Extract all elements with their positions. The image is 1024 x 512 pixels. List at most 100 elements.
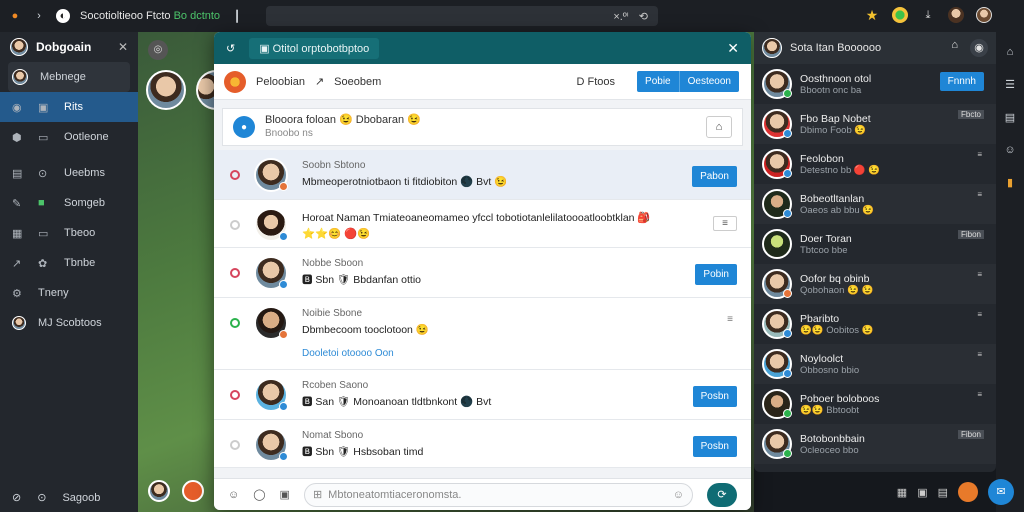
profile-icon[interactable] bbox=[948, 7, 964, 23]
feed-row-2[interactable]: Nobbe Sboon 🅱 Sbn 🛡 Bbdanfan ottio Pobin bbox=[214, 248, 751, 298]
emoji-icon[interactable]: ☺ bbox=[1004, 144, 1015, 156]
camera-icon[interactable]: ▣ bbox=[280, 488, 290, 501]
chat-button-icon[interactable]: ✉ bbox=[988, 479, 1014, 505]
sidebar-item-4[interactable]: ✎ ■ Somgeb bbox=[0, 188, 138, 218]
info-icon: ● bbox=[233, 116, 255, 138]
left-sidebar: Dobgoain ✕ Mebnege ◉ ▣ Rits ⬢ ▭ Ootleone ▤… bbox=[0, 32, 138, 512]
row-action-button[interactable]: Pabon bbox=[692, 166, 737, 187]
button-group: Pobie Oesteoon bbox=[637, 71, 739, 92]
star-icon[interactable]: ★ bbox=[864, 7, 880, 23]
contact-action-button[interactable]: Fnnnh bbox=[939, 72, 984, 91]
contact-row[interactable]: Feolobon Detestno bb 🔴 😉 ≡ bbox=[754, 144, 996, 184]
toolbar-right-icons: ★ ⤓ bbox=[864, 7, 992, 23]
row-action-button[interactable]: Posbn bbox=[692, 386, 737, 407]
message-input[interactable]: ⊞ Mbtoneatomtiaceronomsta. ☺ bbox=[303, 482, 693, 507]
grid-icon[interactable]: ▦ bbox=[897, 486, 907, 499]
smiley-icon[interactable]: ☺ bbox=[673, 489, 684, 501]
contact-name: Oosthnoon otol bbox=[800, 72, 872, 85]
contact-row[interactable]: Oofor bq obinb Qobohaon 😉 😉 ≡ bbox=[754, 264, 996, 304]
avatar bbox=[254, 256, 288, 290]
doc-icon[interactable]: ▤ bbox=[938, 486, 948, 499]
contact-row[interactable]: Pbaribto 😉😉 Oobitos 😉 ≡ bbox=[754, 304, 996, 344]
firefox-icon[interactable]: ● bbox=[8, 9, 22, 23]
row-sub-note: Dooletoi otoooo Oon bbox=[302, 348, 394, 359]
chat-icon[interactable]: ◯ bbox=[253, 488, 265, 501]
feed-row-4[interactable]: Rcoben Saono 🅱 San 🛡 Monoanoan tldtbnkon… bbox=[214, 370, 751, 420]
avatar bbox=[762, 309, 792, 339]
brand-logo-icon bbox=[224, 70, 246, 93]
avatar bbox=[762, 269, 792, 299]
primary-button-a[interactable]: Pobie bbox=[637, 71, 680, 92]
list-icon[interactable]: ☰ bbox=[1005, 78, 1015, 91]
bg-bottom-icon[interactable] bbox=[182, 480, 204, 502]
avatar bbox=[254, 208, 288, 242]
share-icon[interactable]: ↗ bbox=[315, 75, 324, 88]
composer-title: Blooora foloan 😉 Dbobaran 😉 bbox=[265, 114, 421, 126]
sidebar-item-1[interactable]: ◉ ▣ Rits bbox=[0, 92, 138, 122]
row-menu-button[interactable]: ≡ bbox=[723, 314, 737, 325]
contact-sub: Oaeos ab bbu 😉 bbox=[800, 204, 875, 216]
notes-icon[interactable]: ▤ bbox=[1005, 111, 1015, 124]
avatar bbox=[254, 428, 288, 462]
sidebar-item-7[interactable]: ⚙ Tneny bbox=[0, 278, 138, 308]
contact-row[interactable]: Botobonbbain Ocleoceo bbo Fibon bbox=[754, 424, 996, 464]
feed-row-1[interactable]: Horoat Naman Tmiateoaneomameo yfccl tobo… bbox=[214, 200, 751, 248]
emoji-icon[interactable]: ☺ bbox=[228, 489, 239, 501]
sidebar-item-6[interactable]: ↗ ✿ Tbnbe bbox=[0, 248, 138, 278]
address-bar[interactable]: ×.ºⁱ ⟲ bbox=[266, 6, 658, 26]
contact-row[interactable]: Noyloolct Obbosno bbio ≡ bbox=[754, 344, 996, 384]
contact-tag: ≡ bbox=[977, 390, 982, 399]
scroll-marker-icon[interactable]: ▮ bbox=[1007, 176, 1013, 189]
sidebar-item-2[interactable]: ⬢ ▭ Ootleone bbox=[0, 122, 138, 152]
message-input-placeholder: Mbtoneatomtiaceronomsta. bbox=[328, 488, 462, 501]
row-message: Dbmbecoom tooclotoon 😉 bbox=[302, 324, 429, 336]
contact-row[interactable]: Oosthnoon otol Bbootn onc ba Fnnnh bbox=[754, 64, 996, 104]
sub-title: Peloobian bbox=[256, 75, 305, 88]
orange-app-icon[interactable] bbox=[958, 482, 978, 502]
primary-button-b[interactable]: Oesteoon bbox=[679, 71, 739, 92]
download-icon[interactable]: ⤓ bbox=[920, 7, 936, 23]
avatar bbox=[254, 378, 288, 412]
row-action-button[interactable]: Pobin bbox=[695, 264, 737, 285]
address-icon-a[interactable]: ×.ºⁱ bbox=[613, 10, 628, 23]
home-icon[interactable]: ⌂ bbox=[1007, 46, 1014, 58]
composer-card[interactable]: ● Blooora foloan 😉 Dbobaran 😉 Bnoobo ns … bbox=[222, 108, 743, 146]
contact-row[interactable]: Doer Toran Tbtcoo bbe Fibon bbox=[754, 224, 996, 264]
image-icon[interactable]: ▣ bbox=[917, 486, 927, 499]
forward-icon[interactable]: › bbox=[32, 9, 46, 23]
row-menu-button[interactable]: ≡ bbox=[713, 216, 737, 231]
send-button[interactable]: ⟳ bbox=[707, 482, 737, 507]
contact-row[interactable]: Poboer boloboos 😉😉 Bbtoobt ≡ bbox=[754, 384, 996, 424]
sidebar-footer-label[interactable]: Sagoob bbox=[62, 492, 100, 504]
close-icon[interactable]: ✕ bbox=[118, 40, 128, 54]
tab-title[interactable]: Socotioltieoo Ftcto Bo dctnto bbox=[80, 10, 220, 22]
contact-sub: Tbtcoo bbe bbox=[800, 244, 848, 256]
home-icon[interactable]: ⌂ bbox=[951, 39, 958, 57]
close-icon[interactable]: ✕ bbox=[727, 40, 739, 57]
status-dot-icon bbox=[230, 268, 240, 278]
sub-link[interactable]: Soeobem bbox=[334, 76, 381, 88]
settings-icon[interactable]: ⊙ bbox=[37, 491, 46, 504]
sidebar-item-0[interactable]: Mebnege bbox=[8, 62, 130, 92]
bg-back-icon[interactable]: ◎ bbox=[148, 40, 168, 60]
feed-row-0[interactable]: Soobn Sbtono Mbmeoperotniotbaon ti fitdi… bbox=[214, 150, 751, 200]
sidebar-item-8[interactable]: MJ Scobtoos bbox=[0, 308, 138, 338]
row-name: Nobbe Sboon bbox=[302, 258, 364, 269]
row-action-button[interactable]: Posbn bbox=[692, 436, 737, 457]
reload-icon[interactable]: ⟲ bbox=[639, 10, 648, 23]
extension-icon[interactable] bbox=[892, 7, 908, 23]
account-avatar-icon[interactable] bbox=[976, 7, 992, 23]
sidebar-item-label: Somgeb bbox=[64, 197, 105, 209]
avatar bbox=[762, 229, 792, 259]
contact-row[interactable]: Fbo Bap Nobet Dbimo Foob 😉 Fbcto bbox=[754, 104, 996, 144]
logout-icon[interactable]: ⊘ bbox=[12, 491, 21, 504]
settings-icon[interactable]: ◉ bbox=[970, 39, 988, 57]
sidebar-item-5[interactable]: ▦ ▭ Tbeoo bbox=[0, 218, 138, 248]
back-icon[interactable]: ↺ bbox=[226, 42, 235, 55]
feed-row-3[interactable]: Noibie Sbone Dbmbecoom tooclotoon 😉 Dool… bbox=[214, 298, 751, 370]
contact-row[interactable]: Bobeotltanlan Oaeos ab bbu 😉 ≡ bbox=[754, 184, 996, 224]
feed-row-5[interactable]: Nomat Sbono 🅱 Sbn 🛡 Hsbsoban timd Posbn bbox=[214, 420, 751, 468]
home-icon[interactable]: ⌂ bbox=[706, 116, 732, 138]
row-name: Noibie Sbone bbox=[302, 308, 363, 319]
sidebar-item-3[interactable]: ▤ ⊙ Ueebms bbox=[0, 158, 138, 188]
